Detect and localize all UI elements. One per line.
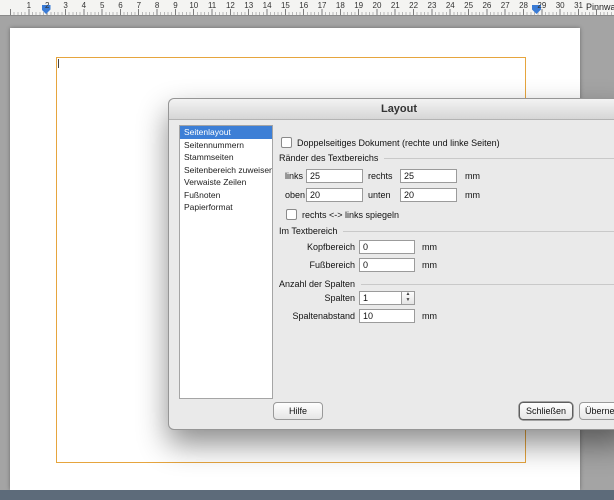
checkbox-label: Doppelseitiges Dokument (rechte und link… [297,138,500,148]
group-divider [361,284,614,285]
checkbox-spiegeln[interactable]: rechts <-> links spiegeln [286,209,399,220]
ruler-number: 6 [118,1,122,10]
ruler-number: 12 [226,1,235,10]
kopfbereich-input[interactable] [359,240,415,254]
checkbox-doppelseitiges-dokument[interactable]: Doppelseitiges Dokument (rechte und link… [281,137,500,148]
group-textbereich: Im Textbereich [279,226,614,236]
spaltenabstand-label: Spaltenabstand [271,311,355,321]
sidebar-item-seitenlayout[interactable]: Seitenlayout [180,126,272,139]
dialog-title: Layout [381,103,417,115]
unit-label-margins-2: mm [465,190,480,200]
group-raender: Ränder des Textbereichs [279,153,614,163]
ruler-number: 3 [63,1,67,10]
sidebar-item-stammseiten[interactable]: Stammseiten [180,151,272,164]
ruler-number: 2 [45,1,49,10]
group-spalten-label: Anzahl der Spalten [279,279,355,289]
bottom-bar [0,490,614,500]
unit-label-abstand: mm [422,311,437,321]
spalten-label: Spalten [271,293,355,303]
ruler-number: 15 [281,1,290,10]
links-label: links [285,171,303,181]
oben-label: oben [285,190,305,200]
ruler-number: 25 [464,1,473,10]
spalten-input[interactable] [359,291,402,305]
fussbereich-label: Fußbereich [271,260,355,270]
sidebar-item-seitenbereich-zuweisen[interactable]: Seitenbereich zuweisen [180,164,272,177]
sidebar-item-seitennummern[interactable]: Seitennummern [180,139,272,152]
spinner-down-icon[interactable]: ▼ [402,298,414,304]
group-divider [384,158,614,159]
ruler-number: 19 [354,1,363,10]
unit-label-margins-1: mm [465,171,480,181]
checkbox-box [286,209,297,220]
ruler-number: 27 [501,1,510,10]
ruler-number: 17 [318,1,327,10]
margin-bottom-input[interactable] [400,188,457,202]
rechts-label: rechts [368,171,393,181]
ruler-number: 26 [482,1,491,10]
layout-dialog: Layout SeitenlayoutSeitennummernStammsei… [168,98,614,430]
group-divider [343,231,614,232]
ruler-number: 20 [373,1,382,10]
sidebar-item-fu-noten[interactable]: Fußnoten [180,189,272,202]
uebernehmen-button[interactable]: Übernehmen [579,402,614,420]
ruler-number: 16 [299,1,308,10]
group-spalten: Anzahl der Spalten [279,279,614,289]
ruler-number: 9 [173,1,177,10]
group-textbereich-label: Im Textbereich [279,226,337,236]
sidebar-item-papierformat[interactable]: Papierformat [180,201,272,214]
unten-label: unten [368,190,391,200]
ruler-number: 8 [155,1,159,10]
ruler-number: 10 [189,1,198,10]
unit-label-kopf: mm [422,242,437,252]
ruler-number: 11 [208,1,216,10]
ruler-number: 28 [519,1,528,10]
sidebar-item-verwaiste-zeilen[interactable]: Verwaiste Zeilen [180,176,272,189]
kopfbereich-label: Kopfbereich [271,242,355,252]
ruler-number: 13 [244,1,253,10]
dialog-titlebar[interactable]: Layout [169,99,614,120]
ruler-number: 22 [409,1,418,10]
spaltenabstand-input[interactable] [359,309,415,323]
category-list[interactable]: SeitenlayoutSeitennummernStammseitenSeit… [179,125,273,399]
app-window: Pinnwand 1234567891011121314151617181920… [0,0,614,500]
checkbox-box [281,137,292,148]
ruler-number: 21 [391,1,400,10]
ruler-number: 23 [428,1,437,10]
ruler-number: 14 [263,1,272,10]
ruler-number: 4 [82,1,86,10]
fussbereich-input[interactable] [359,258,415,272]
margin-top-input[interactable] [306,188,363,202]
hilfe-button[interactable]: Hilfe [273,402,323,420]
margin-right-input[interactable] [400,169,457,183]
ruler-number: 29 [537,1,546,10]
horizontal-ruler[interactable]: Pinnwand 1234567891011121314151617181920… [0,0,614,16]
text-cursor [58,59,59,68]
ruler-number: 1 [27,1,31,10]
ruler-number: 31 [574,1,583,10]
checkbox-label: rechts <-> links spiegeln [302,210,399,220]
spalten-stepper[interactable]: ▲ ▼ [402,291,415,305]
unit-label-fuss: mm [422,260,437,270]
schliessen-button[interactable]: Schließen [519,402,573,420]
pinnwand-label: Pinnwand [586,2,614,12]
ruler-number: 24 [446,1,455,10]
ruler-number: 18 [336,1,345,10]
group-raender-label: Ränder des Textbereichs [279,153,378,163]
margin-left-input[interactable] [306,169,363,183]
ruler-number: 7 [137,1,141,10]
ruler-number: 5 [100,1,104,10]
ruler-number: 30 [556,1,565,10]
